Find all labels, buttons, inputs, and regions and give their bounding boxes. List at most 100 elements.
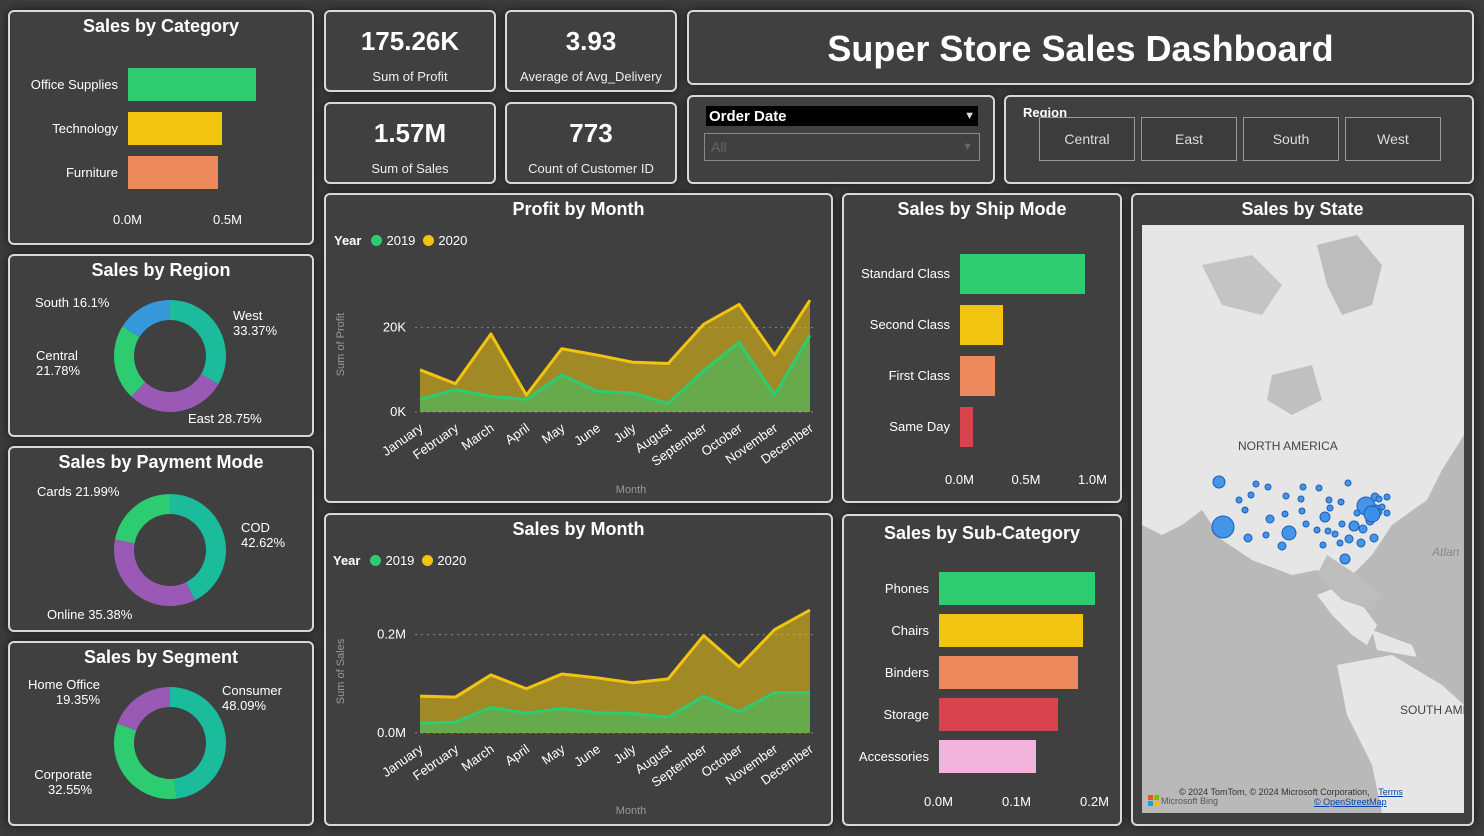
bar-chairs[interactable]	[939, 614, 1084, 647]
state-bubble[interactable]	[1338, 520, 1346, 528]
region-option-south[interactable]: South	[1243, 117, 1339, 161]
state-bubble[interactable]	[1247, 491, 1255, 499]
region-option-east[interactable]: East	[1141, 117, 1237, 161]
state-bubble[interactable]	[1337, 498, 1345, 506]
x-tick-may: May	[539, 741, 568, 768]
slice-corporate[interactable]	[114, 723, 177, 799]
state-bubble[interactable]	[1265, 514, 1275, 524]
slice-cod[interactable]	[170, 494, 227, 601]
slice-online[interactable]	[114, 539, 196, 606]
bar-binders[interactable]	[939, 656, 1078, 689]
state-bubble[interactable]	[1356, 538, 1366, 548]
map-canvas[interactable]: NORTH AMERICA SOUTH AME Atlan Microsoft …	[1142, 225, 1464, 813]
bar-technology[interactable]	[128, 112, 222, 145]
segment-label-consumer: Consumer 48.09%	[222, 683, 282, 713]
state-bubble[interactable]	[1313, 526, 1321, 534]
kpi-customers-label: Count of Customer ID	[528, 161, 654, 176]
state-bubble[interactable]	[1319, 511, 1331, 523]
region-slicer: Region Central East South West	[1004, 95, 1474, 184]
dropdown-chevron-icon: ▼	[962, 141, 973, 153]
category-chart-card: Sales by Category Office Supplies Technol…	[8, 10, 314, 245]
bar-label-first-class: First Class	[888, 368, 950, 383]
state-bubble[interactable]	[1281, 510, 1289, 518]
state-bubble[interactable]	[1212, 475, 1226, 489]
x-axis-label: Month	[616, 805, 647, 817]
ship-mode-card: Sales by Ship Mode Standard Class Second …	[842, 193, 1122, 503]
state-bubble[interactable]	[1383, 493, 1391, 501]
map-bubbles	[1211, 475, 1391, 565]
slice-west[interactable]	[170, 300, 226, 385]
state-bubble[interactable]	[1344, 479, 1352, 487]
microsoft-logo-icon	[1148, 795, 1159, 806]
terms-link[interactable]: Terms	[1378, 787, 1403, 797]
state-map-card: Sales by State NORTH AMERICA SOUTH AME A…	[1131, 193, 1474, 826]
state-bubble[interactable]	[1315, 484, 1323, 492]
state-bubble[interactable]	[1302, 520, 1310, 528]
state-bubble[interactable]	[1277, 541, 1287, 551]
bar-label-binders: Binders	[884, 664, 929, 680]
state-bubble[interactable]	[1324, 527, 1332, 535]
bar-accessories[interactable]	[939, 740, 1036, 773]
state-bubble[interactable]	[1331, 530, 1339, 538]
map-attribution: © 2024 TomTom, © 2024 Microsoft Corporat…	[1179, 787, 1403, 807]
segment-chart-card: Sales by Segment Consumer 48.09% Corporat…	[8, 641, 314, 826]
slice-home-office[interactable]	[117, 687, 170, 731]
state-bubble[interactable]	[1282, 492, 1290, 500]
state-bubble[interactable]	[1344, 534, 1354, 544]
state-bubble[interactable]	[1241, 506, 1249, 514]
state-bubble[interactable]	[1299, 483, 1307, 491]
kpi-delivery-value: 3.93	[565, 26, 617, 56]
bar-storage[interactable]	[939, 698, 1058, 731]
bar-second-class[interactable]	[960, 305, 1003, 345]
state-bubble[interactable]	[1262, 531, 1270, 539]
state-bubble[interactable]	[1363, 505, 1381, 523]
bar-furniture[interactable]	[128, 156, 218, 189]
bar-office-supplies[interactable]	[128, 68, 256, 101]
slice-cards[interactable]	[114, 494, 170, 544]
order-date-dropdown[interactable]: All ▼	[704, 133, 980, 161]
bar-phones[interactable]	[939, 572, 1095, 605]
state-bubble[interactable]	[1358, 524, 1368, 534]
axis-tick-0-0m: 0.0M	[924, 794, 953, 809]
slice-east[interactable]	[131, 374, 219, 412]
state-bubble[interactable]	[1298, 507, 1306, 515]
payment-label-cards: Cards 21.99%	[37, 484, 120, 499]
osm-link[interactable]: © OpenStreetMap	[1314, 797, 1387, 807]
region-option-central[interactable]: Central	[1039, 117, 1135, 161]
bar-standard-class[interactable]	[960, 254, 1086, 294]
bar-label-storage: Storage	[883, 706, 929, 722]
state-bubble[interactable]	[1336, 539, 1344, 547]
state-bubble[interactable]	[1319, 541, 1327, 549]
state-bubble[interactable]	[1369, 533, 1379, 543]
state-bubble[interactable]	[1252, 480, 1260, 488]
bar-label-standard-class: Standard Class	[861, 266, 950, 281]
state-bubble[interactable]	[1383, 509, 1391, 517]
bar-same-day[interactable]	[960, 407, 974, 447]
state-bubble[interactable]	[1211, 515, 1235, 539]
bar-label-office-supplies: Office Supplies	[30, 76, 118, 92]
state-bubble[interactable]	[1339, 553, 1351, 565]
state-bubble[interactable]	[1325, 496, 1333, 504]
kpi-profit-card: 175.26K Sum of Profit	[324, 10, 496, 92]
state-bubble[interactable]	[1353, 509, 1361, 517]
chevron-down-icon[interactable]: ▼	[964, 110, 975, 122]
region-option-west[interactable]: West	[1345, 117, 1441, 161]
slice-central[interactable]	[113, 326, 146, 397]
x-tick-june: June	[571, 741, 603, 769]
slice-consumer[interactable]	[170, 687, 226, 799]
state-bubble[interactable]	[1326, 504, 1334, 512]
state-bubble[interactable]	[1348, 520, 1360, 532]
state-bubble[interactable]	[1378, 503, 1386, 511]
bar-label-furniture: Furniture	[65, 164, 118, 180]
bar-label-phones: Phones	[884, 580, 929, 596]
state-bubble[interactable]	[1264, 483, 1272, 491]
payment-label-cod: COD 42.62%	[241, 520, 286, 550]
state-bubble[interactable]	[1235, 496, 1243, 504]
state-bubble[interactable]	[1297, 495, 1305, 503]
state-bubble[interactable]	[1243, 533, 1253, 543]
bar-first-class[interactable]	[960, 356, 995, 396]
region-label-east: East 28.75%	[188, 411, 262, 426]
state-bubble[interactable]	[1281, 525, 1297, 541]
kpi-sales-value: 1.57M	[373, 118, 447, 148]
state-bubble[interactable]	[1375, 495, 1383, 503]
